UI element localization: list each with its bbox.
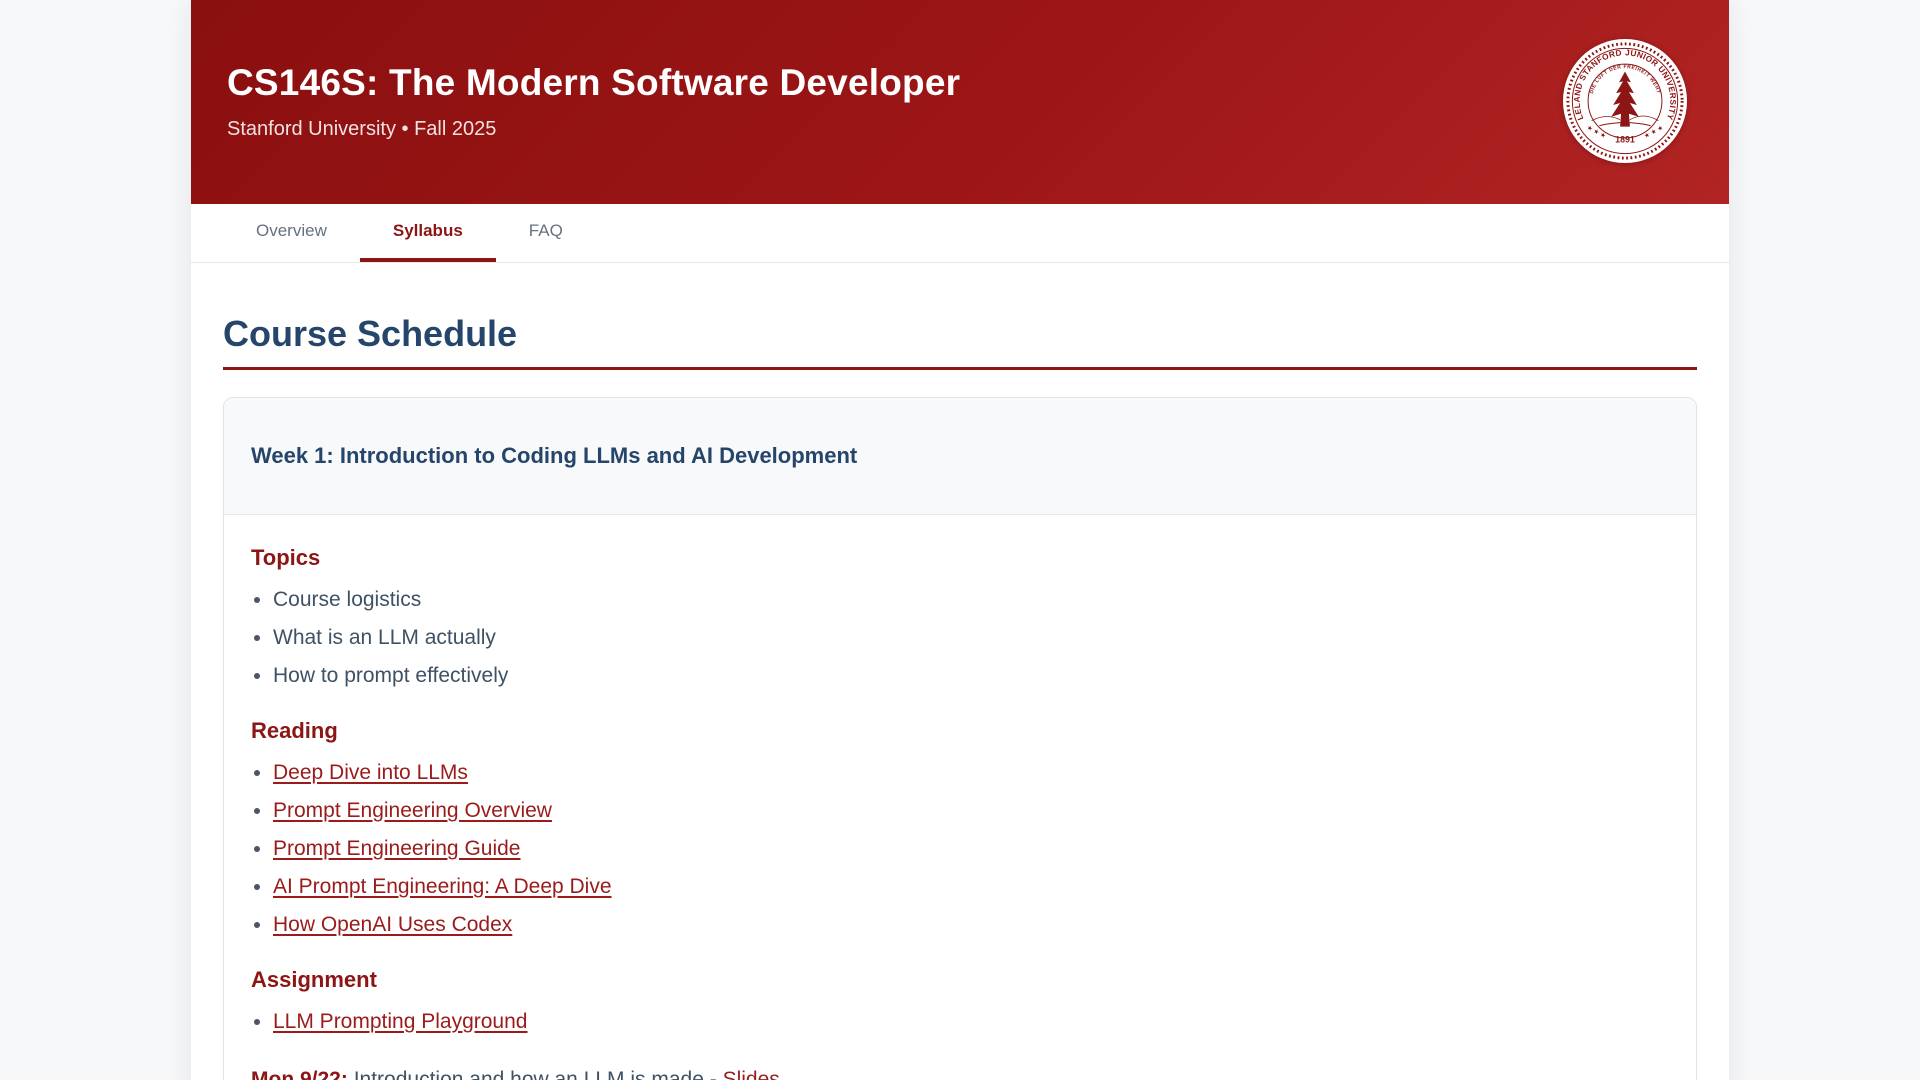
- tab-overview[interactable]: Overview: [223, 204, 360, 262]
- list-item: AI Prompt Engineering: A Deep Dive: [273, 873, 1669, 901]
- seal-year-text: 1891: [1615, 134, 1635, 144]
- how-openai-uses-codex-link[interactable]: How OpenAI Uses Codex: [273, 913, 512, 936]
- course-title: CS146S: The Modern Software Developer: [227, 63, 1549, 104]
- list-item: Deep Dive into LLMs: [273, 759, 1669, 787]
- tab-syllabus[interactable]: Syllabus: [360, 204, 496, 262]
- section-heading-assignment: Assignment: [251, 967, 1669, 993]
- slides-link[interactable]: Slides: [723, 1068, 780, 1080]
- list-item: What is an LLM actually: [273, 624, 1669, 652]
- page-container: CS146S: The Modern Software Developer St…: [191, 0, 1729, 1080]
- week-title: Week 1: Introduction to Coding LLMs and …: [251, 443, 1669, 469]
- course-header-banner: CS146S: The Modern Software Developer St…: [191, 0, 1729, 204]
- schedule-line: Mon 9/22: Introduction and how an LLM is…: [251, 1066, 1669, 1080]
- tab-bar: OverviewSyllabusFAQ: [191, 204, 1729, 263]
- schedule-date: Mon 9/22:: [251, 1068, 348, 1080]
- prompt-engineering-overview-link[interactable]: Prompt Engineering Overview: [273, 799, 552, 822]
- list-item: Prompt Engineering Guide: [273, 835, 1669, 863]
- page-title: Course Schedule: [223, 313, 1697, 355]
- topics-list: Course logistics What is an LLM actually H…: [251, 586, 1669, 690]
- course-subtitle: Stanford University • Fall 2025: [227, 118, 1549, 141]
- week-sections: Topics Course logistics What is an LLM act…: [251, 545, 1669, 1036]
- section-heading-topics: Topics: [251, 545, 1669, 571]
- list-item: Course logistics: [273, 586, 1669, 614]
- section-heading-reading: Reading: [251, 718, 1669, 744]
- list-item: LLM Prompting Playground: [273, 1008, 1669, 1036]
- week-card-body: Topics Course logistics What is an LLM act…: [224, 515, 1696, 1080]
- llm-prompting-playground-link[interactable]: LLM Prompting Playground: [273, 1010, 527, 1033]
- list-item: Prompt Engineering Overview: [273, 797, 1669, 825]
- title-divider: [223, 367, 1697, 370]
- list-item: How to prompt effectively: [273, 662, 1669, 690]
- ai-prompt-engineering-a-deep-dive-link[interactable]: AI Prompt Engineering: A Deep Dive: [273, 875, 612, 898]
- stanford-seal-logo: LELAND STANFORD JUNIOR UNIVERSITY DIE LU…: [1562, 38, 1688, 164]
- tab-faq[interactable]: FAQ: [496, 204, 596, 262]
- deep-dive-into-llms-link[interactable]: Deep Dive into LLMs: [273, 761, 468, 784]
- main-content: Course Schedule Week 1: Introduction to …: [191, 263, 1729, 1080]
- reading-list: Deep Dive into LLMs Prompt Engineering Ov…: [251, 759, 1669, 939]
- prompt-engineering-guide-link[interactable]: Prompt Engineering Guide: [273, 837, 520, 860]
- schedule-text: Introduction and how an LLM is made -: [348, 1068, 723, 1080]
- week-card-header: Week 1: Introduction to Coding LLMs and …: [224, 398, 1696, 515]
- week-card: Week 1: Introduction to Coding LLMs and …: [223, 397, 1697, 1080]
- assignment-list: LLM Prompting Playground: [251, 1008, 1669, 1036]
- list-item: How OpenAI Uses Codex: [273, 911, 1669, 939]
